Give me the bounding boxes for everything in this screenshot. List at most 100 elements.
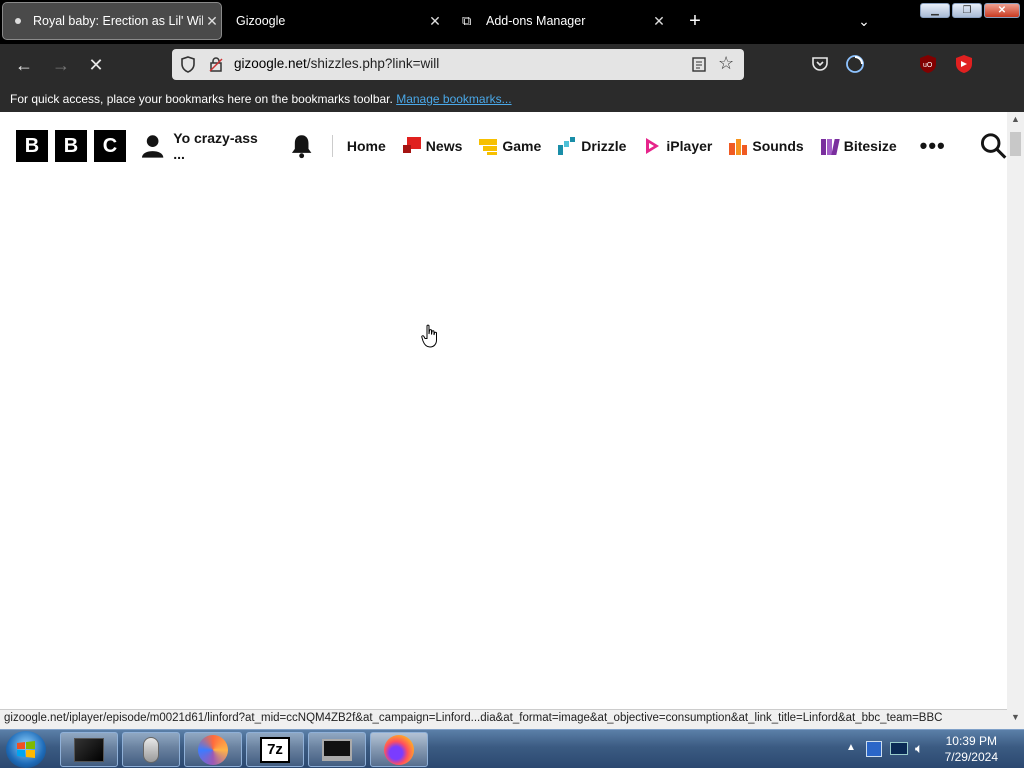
close-icon[interactable]: ✕ (426, 13, 444, 30)
extension-icon[interactable] (954, 54, 974, 74)
nav-label: Game (502, 138, 542, 154)
puzzle-icon: ⧉ (462, 13, 472, 28)
status-url: gizoogle.net/iplayer/episode/m0021d61/li… (4, 712, 943, 724)
url-text[interactable]: gizoogle.net/shizzles.php?link=will (234, 56, 439, 71)
network-icon[interactable] (890, 742, 908, 755)
mouse-icon (143, 736, 159, 763)
divider (331, 135, 333, 157)
bookmarks-toolbar: For quick access, place your bookmarks h… (0, 85, 1024, 112)
link-status-bar: gizoogle.net/iplayer/episode/m0021d61/li… (0, 709, 1007, 729)
bbc-logo[interactable]: B B C (16, 130, 126, 162)
7zip-icon: 7z (260, 736, 290, 763)
minimize-button[interactable]: ▁ (920, 3, 950, 18)
sounds-icon (729, 137, 748, 155)
nav-game[interactable]: Game (479, 137, 541, 155)
iplayer-icon (643, 137, 661, 155)
new-tab-button[interactable]: + (682, 2, 708, 40)
restore-button[interactable]: ❐ (952, 3, 982, 18)
nav-label: Bitesize (843, 138, 897, 154)
vertical-scrollbar[interactable]: ▲ ▼ (1007, 112, 1024, 729)
more-menu-icon[interactable]: ••• (920, 133, 946, 159)
scroll-up-icon[interactable]: ▲ (1007, 114, 1024, 128)
taskbar-app[interactable] (122, 732, 180, 767)
sync-icon[interactable] (845, 54, 865, 74)
page-icon (15, 18, 21, 24)
account-label: Yo crazy-ass ... (173, 130, 258, 162)
pocket-icon[interactable] (811, 55, 829, 73)
user-icon (141, 135, 164, 158)
taskbar-app-firefox[interactable] (370, 732, 428, 767)
taskbar-app[interactable] (184, 732, 242, 767)
star-icon[interactable]: ☆ (718, 53, 734, 74)
clock-time: 10:39 PM (945, 734, 997, 748)
taskbar-app[interactable]: 7z (246, 732, 304, 767)
close-window-button[interactable]: ✕ (984, 3, 1020, 18)
stop-button[interactable]: ✕ (85, 54, 107, 76)
nav-iplayer[interactable]: iPlayer (643, 137, 712, 155)
game-icon (479, 137, 498, 155)
clock[interactable]: 10:39 PM 7/29/2024 (945, 733, 998, 765)
taskbar: 7z ▲ 🔈︎ 10:39 PM 7/29/2024 (0, 729, 1024, 768)
reader-view-icon[interactable] (692, 57, 706, 72)
tab-title: Add-ons Manager (486, 14, 586, 28)
bbc-logo-letter: B (55, 130, 87, 162)
taskbar-app[interactable] (60, 732, 118, 767)
firefox-icon (384, 734, 414, 765)
tab-title: Royal baby: Erection as Lil' Will (33, 14, 203, 28)
lock-icon[interactable] (208, 56, 224, 73)
account-link[interactable]: Yo crazy-ass ... (140, 130, 271, 162)
svg-text:uO: uO (923, 62, 933, 69)
ublock-icon[interactable]: uO (918, 54, 938, 74)
window-icon (74, 737, 104, 762)
weather-icon (558, 137, 576, 155)
search-icon[interactable] (980, 132, 1007, 160)
clock-date: 7/29/2024 (944, 750, 998, 764)
start-button[interactable] (6, 731, 46, 768)
taskbar-app[interactable] (308, 732, 366, 767)
tab-title: Gizoogle (236, 14, 286, 28)
spiral-icon (198, 734, 228, 765)
bbc-logo-letter: C (94, 130, 126, 162)
nav-sounds[interactable]: Sounds (729, 137, 804, 155)
scrollbar-thumb[interactable] (1010, 132, 1021, 156)
shield-icon[interactable] (180, 56, 196, 73)
nav-label: News (425, 138, 463, 154)
bookmarks-hint: For quick access, place your bookmarks h… (10, 92, 393, 106)
nav-home[interactable]: Home (347, 138, 386, 154)
nav-label: Home (346, 138, 386, 154)
bbc-header: B B C Yo crazy-ass ... Home News Game Dr… (0, 112, 1007, 180)
back-button[interactable]: ← (13, 54, 35, 76)
bell-icon[interactable] (289, 133, 314, 159)
close-icon[interactable]: ✕ (650, 13, 668, 30)
url-path: /shizzles.php?link=will (306, 56, 440, 71)
page-content: B B C Yo crazy-ass ... Home News Game Dr… (0, 112, 1007, 705)
monitor-icon (322, 738, 352, 761)
tab-addons-manager[interactable]: ⧉ Add-ons Manager ✕ (458, 2, 668, 40)
list-all-tabs-button[interactable]: ⌄ (852, 2, 876, 40)
forward-button[interactable]: → (50, 54, 72, 76)
volume-icon[interactable]: 🔈︎ (915, 740, 923, 757)
tray-icon[interactable] (866, 741, 882, 757)
nav-drizzle[interactable]: Drizzle (558, 137, 626, 155)
nav-label: iPlayer (666, 138, 713, 154)
news-icon (402, 137, 421, 155)
tab-gizoogle[interactable]: Gizoogle ✕ (234, 2, 444, 40)
url-host: gizoogle.net (234, 56, 307, 71)
navigation-toolbar: ← → ✕ gizoogle.net/shizzles.php?link=wil… (0, 44, 1024, 85)
nav-label: Sounds (752, 138, 804, 154)
tab-royal-baby[interactable]: Royal baby: Erection as Lil' Will ✕ (2, 2, 222, 40)
nav-label: Drizzle (581, 138, 627, 154)
nav-news[interactable]: News (402, 137, 463, 155)
windows-logo-icon (17, 741, 35, 758)
scroll-down-icon[interactable]: ▼ (1007, 712, 1024, 726)
manage-bookmarks-link[interactable]: Manage bookmarks... (396, 92, 511, 106)
bitesize-icon (820, 137, 840, 155)
window-controls: ▁ ❐ ✕ (920, 3, 1020, 18)
show-hidden-icons-icon[interactable]: ▲ (846, 742, 856, 753)
nav-bitesize[interactable]: Bitesize (820, 137, 897, 155)
tab-bar: Royal baby: Erection as Lil' Will ✕ Gizo… (0, 0, 1024, 44)
url-bar[interactable]: gizoogle.net/shizzles.php?link=will ☆ (172, 49, 744, 80)
hand-cursor-icon (421, 324, 437, 348)
bbc-logo-letter: B (16, 130, 48, 162)
close-icon[interactable]: ✕ (203, 13, 221, 30)
